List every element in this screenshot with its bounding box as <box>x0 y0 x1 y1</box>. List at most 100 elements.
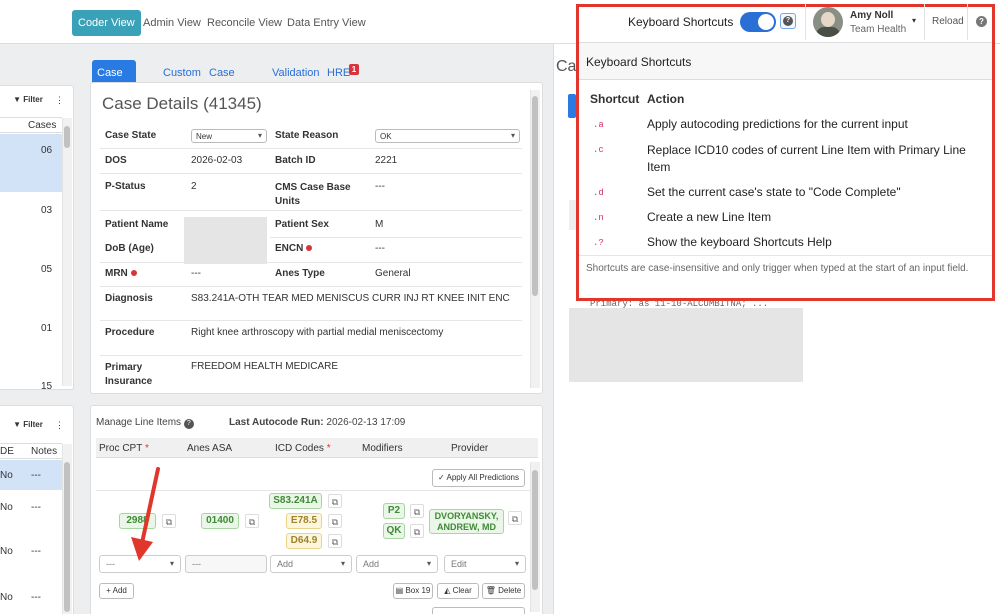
external-link-icon[interactable]: ⧉ <box>508 511 522 525</box>
add-line-item-button[interactable]: + Add <box>99 583 134 599</box>
toggle-knob <box>758 14 774 30</box>
external-link-icon[interactable]: ⧉ <box>410 524 424 538</box>
p-status-label: P-Status <box>105 181 146 192</box>
case-row[interactable]: 05 <box>41 264 52 275</box>
help-icon[interactable]: ? <box>976 16 987 27</box>
avatar-face <box>821 12 835 27</box>
shortcut-action: Show the keyboard Shortcuts Help <box>647 235 832 249</box>
divider <box>100 210 522 211</box>
shortcut-key: .n <box>593 213 604 223</box>
icd-codes-header: ICD Codes * <box>275 443 331 454</box>
dob-label: DoB (Age) <box>105 243 154 254</box>
required-asterisk: * <box>144 443 149 454</box>
tab-data-entry-view[interactable]: Data Entry View <box>281 10 372 36</box>
apply-all-predictions-button[interactable]: ✓ Apply All Predictions <box>432 469 525 487</box>
provider-edit-select[interactable]: Edit ▾ <box>444 555 526 573</box>
primary-insurance-value: FREEDOM HEALTH MEDICARE <box>191 361 339 372</box>
manage-line-items-text: Manage Line Items <box>96 417 182 428</box>
kebab-menu-icon[interactable]: ⋮ <box>55 420 64 431</box>
scrollbar-thumb[interactable] <box>64 126 70 148</box>
scrollbar-thumb[interactable] <box>532 470 538 590</box>
chevron-down-icon: ▾ <box>169 559 174 568</box>
scrollbar-thumb[interactable] <box>532 96 538 296</box>
avatar[interactable] <box>813 7 843 37</box>
user-name[interactable]: Amy Noll <box>850 10 893 21</box>
case-state-select[interactable]: New <box>191 129 267 143</box>
external-link-icon[interactable]: ⧉ <box>410 504 424 518</box>
state-reason-label: State Reason <box>275 130 339 141</box>
external-link-icon[interactable]: ⧉ <box>328 534 342 548</box>
help-icon[interactable]: ? <box>183 419 194 429</box>
icd-code-chip[interactable]: D64.9 <box>286 533 322 549</box>
cases-column-header: Cases <box>28 120 57 131</box>
tab-reconcile-view[interactable]: Reconcile View <box>201 10 288 36</box>
icd-code-chip[interactable]: E78.5 <box>286 513 322 529</box>
eraser-icon: ◭ <box>444 586 451 595</box>
help-icon: ? <box>783 16 793 26</box>
tab-coder-view[interactable]: Coder View <box>72 10 141 36</box>
proc-cpt-header-text: Proc CPT <box>99 443 143 454</box>
icd-codes-add-select[interactable]: Add ▾ <box>270 555 352 573</box>
patient-sex-value: M <box>375 219 384 230</box>
divider <box>924 4 925 40</box>
primary-insurance-label: Primary Insurance <box>105 362 153 387</box>
icd-code-chip[interactable]: S83.241A <box>269 493 322 509</box>
tab-validation[interactable]: Validation <box>269 64 323 82</box>
icd-codes-header-text: ICD Codes <box>275 443 324 454</box>
modifier-chip[interactable]: P2 <box>383 503 405 519</box>
modifiers-add-select[interactable]: Add ▾ <box>356 555 438 573</box>
selected-case-row[interactable] <box>0 134 62 192</box>
last-autocode-run: Last Autocode Run: 2026-02-13 17:09 <box>229 417 405 428</box>
shortcut-key: .d <box>593 188 604 198</box>
filter-button[interactable]: ▼ Filter <box>10 94 46 108</box>
chevron-down-icon: ▾ <box>426 559 431 568</box>
notes-value: --- <box>31 470 41 481</box>
delete-button[interactable]: 🗑 Delete <box>482 583 525 599</box>
external-link-icon[interactable]: ⧉ <box>245 514 259 528</box>
anes-asa-header: Anes ASA <box>187 443 233 454</box>
external-link-icon[interactable]: ⧉ <box>328 514 342 528</box>
tab-case-notes[interactable]: Case Notes <box>206 64 241 97</box>
reload-link[interactable]: Reload <box>932 16 964 27</box>
dos-label: DOS <box>105 155 127 166</box>
hre-count-badge: 1 <box>349 64 359 75</box>
tab-admin-view[interactable]: Admin View <box>137 10 207 36</box>
tab-custom[interactable]: Custom <box>160 64 204 82</box>
cms-units-value: --- <box>375 181 385 192</box>
red-arrow-annotation <box>131 467 160 561</box>
batch-id-value: 2221 <box>375 155 398 166</box>
filter-icon: ▼ <box>13 420 22 429</box>
scrollbar-thumb[interactable] <box>64 462 70 612</box>
case-row[interactable]: 06 <box>41 145 52 156</box>
box19-button[interactable]: ▤ Box 19 <box>393 583 433 599</box>
provider-chip[interactable]: DVORYANSKY, ANDREW, MD <box>429 509 504 534</box>
divider <box>579 255 992 256</box>
case-list-scrollbar[interactable] <box>62 118 72 386</box>
anes-type-value: General <box>375 268 411 279</box>
dos-value: 2026-02-03 <box>191 155 243 166</box>
proc-cpt-header: Proc CPT * <box>99 443 149 454</box>
kebab-menu-icon[interactable]: ⋮ <box>55 95 64 106</box>
case-row[interactable]: 03 <box>41 205 52 216</box>
apply-all-predictions-button-row2[interactable] <box>432 607 525 614</box>
divider <box>100 173 522 174</box>
chevron-down-icon[interactable]: ▾ <box>912 16 916 25</box>
de-value: No <box>0 592 13 603</box>
shortcut-action: Set the current case's state to "Code Co… <box>647 185 901 199</box>
keyboard-shortcuts-toggle[interactable] <box>740 12 776 32</box>
clear-button[interactable]: ◭ Clear <box>437 583 479 599</box>
right-panel-button[interactable] <box>568 94 576 118</box>
case-row[interactable]: 01 <box>41 323 52 334</box>
filter-button[interactable]: ▼ Filter <box>10 419 46 433</box>
anes-asa-chip[interactable]: 01400 <box>201 513 239 529</box>
shortcuts-help-button[interactable]: ? <box>780 13 796 29</box>
modifier-chip[interactable]: QK <box>383 523 405 539</box>
p-status-value: 2 <box>191 181 197 192</box>
divider <box>100 262 522 263</box>
case-row[interactable]: 15 <box>41 381 52 389</box>
state-reason-select[interactable]: OK <box>375 129 520 143</box>
redacted-block <box>184 217 267 264</box>
external-link-icon[interactable]: ⧉ <box>328 494 342 508</box>
anes-asa-input[interactable]: --- <box>185 555 267 573</box>
required-asterisk: * <box>326 443 331 454</box>
